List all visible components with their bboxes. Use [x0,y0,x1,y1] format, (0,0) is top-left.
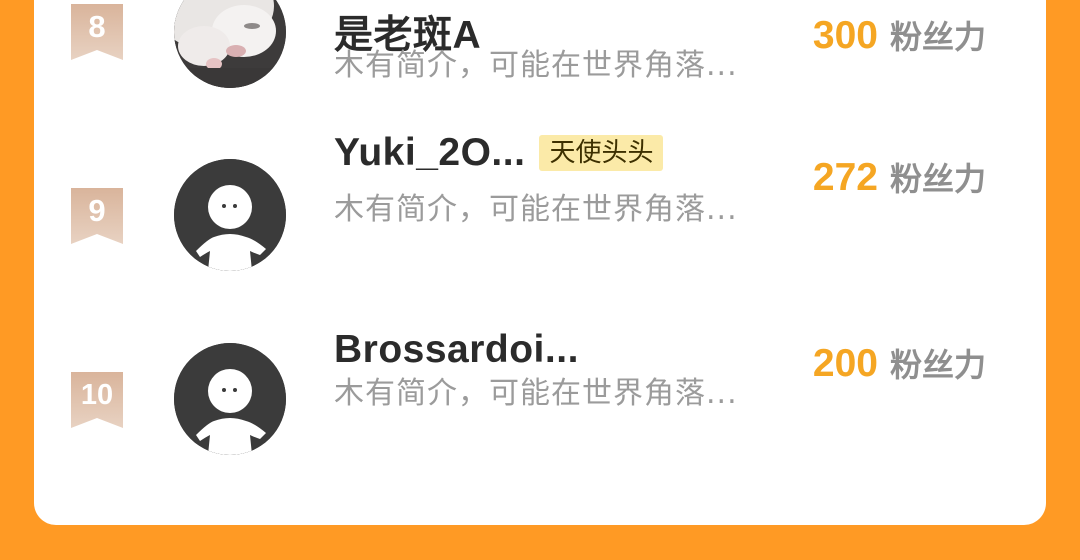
avatar[interactable] [174,159,286,271]
cat-avatar-image [174,0,286,88]
avatar[interactable] [174,0,286,88]
rank-badge: 9 [71,188,123,244]
user-title-badge: 天使头头 [539,135,664,171]
user-name[interactable]: Yuki_2O... [334,131,525,175]
user-bio: 木有简介，可能在世界角落... [334,376,738,411]
rank-number: 8 [88,9,106,44]
user-bio: 木有简介，可能在世界角落... [334,192,738,227]
ranking-row[interactable]: 9 Yuki_2O... 天使头头 木有简介，可能在世界角落... 272 粉丝… [34,131,1046,294]
user-name[interactable]: Brossardoi... [334,328,579,372]
score-value: 200 [812,342,878,385]
default-user-icon [174,159,286,271]
fan-ranking-card: 8 是老斑A 木有简介，可能在世界角落... 300 粉丝力 9 Yuki_2O… [34,0,1046,525]
score-value: 300 [812,14,878,57]
rank-number: 9 [88,193,106,228]
score-unit: 粉丝力 [889,160,986,198]
fan-power-score: 272 粉丝力 [813,154,986,200]
rank-badge: 8 [71,4,123,60]
rank-badge: 10 [71,372,123,428]
avatar[interactable] [174,343,286,455]
score-unit: 粉丝力 [889,346,986,384]
ranking-row[interactable]: 8 是老斑A 木有简介，可能在世界角落... 300 粉丝力 [34,0,1046,110]
fan-power-score: 200 粉丝力 [813,340,986,386]
ranking-row[interactable]: 10 Brossardoi... 木有简介，可能在世界角落... 200 粉丝力 [34,328,1046,478]
score-value: 272 [812,156,878,199]
score-unit: 粉丝力 [889,18,986,56]
user-bio: 木有简介，可能在世界角落... [334,48,738,83]
default-user-icon [174,343,286,455]
rank-number: 10 [80,379,114,411]
fan-power-score: 300 粉丝力 [813,12,986,58]
